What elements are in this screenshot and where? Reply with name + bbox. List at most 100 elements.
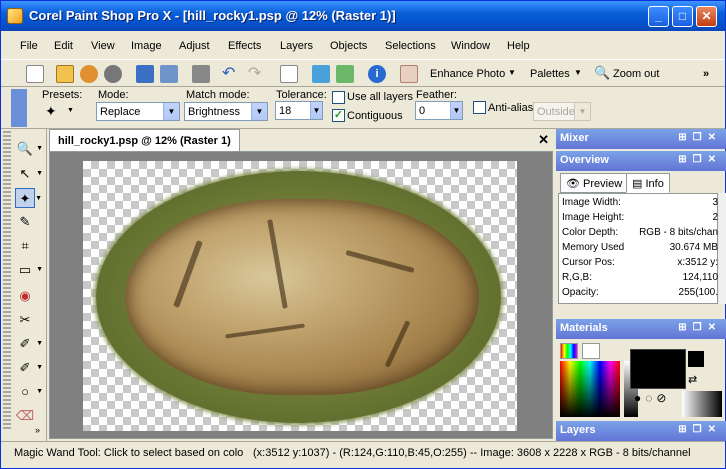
selection-tool[interactable]: ▭ ▼ — [15, 260, 43, 280]
save-as-icon[interactable] — [160, 65, 178, 83]
magic-wand-tool[interactable]: ✦ ▼ — [15, 188, 42, 208]
zoom-tool[interactable]: 🔍 ▼ — [15, 139, 43, 159]
browse-icon[interactable] — [80, 65, 98, 83]
toolbar-grip[interactable] — [3, 131, 11, 431]
open-icon[interactable] — [56, 65, 74, 83]
document-tab[interactable]: hill_rocky1.psp @ 12% (Raster 1) — [49, 129, 240, 151]
print-icon[interactable] — [192, 65, 210, 83]
mixer-header-buttons[interactable]: ⊞❐✕ — [678, 132, 722, 143]
color-spectrum[interactable] — [560, 361, 620, 417]
foreground-mini-swatch[interactable] — [688, 351, 704, 367]
tool-options-grip[interactable] — [11, 89, 27, 127]
pick-tool[interactable]: ↖ ▼ — [15, 164, 43, 184]
anti-alias-label[interactable]: Anti-alias — [488, 102, 533, 114]
enhance-photo-dropdown-icon[interactable]: ▼ — [508, 68, 516, 77]
info-icon[interactable]: i — [368, 65, 386, 83]
menu-edit[interactable]: Edit — [54, 40, 73, 52]
use-all-layers-label[interactable]: Use all layers — [347, 91, 413, 103]
outside-dropdown-icon[interactable]: ▼ — [574, 103, 590, 120]
paint-brush-tool[interactable]: ✐ ▼ — [15, 334, 43, 354]
anti-alias-checkbox[interactable] — [473, 101, 486, 114]
shape-tool[interactable]: ○ ▼ — [15, 382, 43, 402]
swap-colors-icon[interactable]: ⇄ — [688, 373, 697, 386]
maximize-button[interactable]: □ — [672, 6, 693, 27]
title-bar[interactable]: Corel Paint Shop Pro X - [hill_rocky1.ps… — [1, 1, 725, 31]
menu-objects[interactable]: Objects — [330, 40, 367, 52]
tolerance-spinner-icon[interactable]: ▼ — [310, 102, 322, 119]
palettes-dropdown-icon[interactable]: ▼ — [574, 68, 582, 77]
new-icon[interactable] — [26, 65, 44, 83]
info-row: R,G,B: 124,110 — [562, 272, 718, 283]
red-eye-tool[interactable]: ◉ — [15, 286, 35, 306]
overview-header-buttons[interactable]: ⊞❐✕ — [678, 154, 722, 165]
zoom-out-icon[interactable]: 🔍 — [594, 65, 610, 81]
materials-header-buttons[interactable]: ⊞❐✕ — [678, 322, 722, 333]
info-scrollbar[interactable] — [719, 193, 726, 304]
outside-select[interactable]: Outside ▼ — [533, 102, 591, 121]
layers-header-buttons[interactable]: ⊞❐✕ — [678, 424, 722, 435]
contiguous-checkbox[interactable]: ✓ — [332, 109, 345, 122]
close-button[interactable]: ✕ — [696, 6, 717, 27]
eraser-tool[interactable]: ⌫ — [15, 406, 35, 426]
menu-window[interactable]: Window — [451, 40, 490, 52]
mixer-header[interactable]: Mixer ⊞❐✕ — [556, 129, 726, 149]
resize-icon[interactable] — [280, 65, 298, 83]
palettes-button[interactable]: Palettes — [530, 68, 570, 80]
redo-icon[interactable]: ↷ — [248, 65, 266, 83]
mode-select[interactable]: Replace ▼ — [96, 102, 180, 121]
use-all-layers-checkbox[interactable] — [332, 91, 345, 104]
retouch-tool[interactable]: ✐ ▼ — [15, 358, 43, 378]
tolerance-field[interactable]: 18 ▼ — [275, 101, 323, 120]
layers-header[interactable]: Layers ⊞❐✕ — [556, 421, 726, 441]
document-close-button[interactable]: ✕ — [538, 132, 549, 148]
save-icon[interactable] — [136, 65, 154, 83]
info-tab-label: Info — [645, 178, 664, 190]
mode-dropdown-icon[interactable]: ▼ — [163, 103, 179, 120]
menu-help[interactable]: Help — [507, 40, 530, 52]
foreground-color-swatch[interactable] — [630, 349, 686, 389]
feather-spinner-icon[interactable]: ▼ — [450, 102, 462, 119]
menu-view[interactable]: View — [91, 40, 115, 52]
image-canvas[interactable] — [83, 161, 517, 431]
photo-icon[interactable] — [312, 65, 330, 83]
material-style-icons[interactable]: ●◌⊘ — [634, 391, 670, 405]
mixer-title: Mixer — [560, 132, 589, 144]
menu-image[interactable]: Image — [131, 40, 162, 52]
right-palettes: Mixer ⊞❐✕ Overview ⊞❐✕ 👁 Preview ▤ Info … — [556, 129, 726, 441]
more-tools-icon[interactable]: » — [35, 425, 40, 435]
undo-icon[interactable]: ↶ — [222, 65, 240, 83]
enhance-photo-button[interactable]: Enhance Photo — [430, 68, 505, 80]
presets-dropdown-icon[interactable]: ▼ — [67, 107, 74, 114]
dropper-tool[interactable]: ✎ — [15, 212, 35, 232]
layers-title: Layers — [560, 424, 596, 436]
enhance-photo-icon[interactable] — [400, 65, 418, 83]
tolerance-value: 18 — [279, 105, 292, 117]
canvas-area[interactable] — [49, 151, 553, 439]
info-tab[interactable]: ▤ Info — [626, 173, 670, 193]
clone-tool[interactable]: ✂ — [15, 310, 35, 330]
scan-icon[interactable] — [104, 65, 122, 83]
standard-toolbar: ↶ ↷ i Enhance Photo ▼ Palettes ▼ 🔍 Zoom … — [1, 59, 725, 87]
contiguous-label[interactable]: Contiguous — [347, 110, 403, 122]
match-mode-select[interactable]: Brightness ▼ — [184, 102, 268, 121]
feather-field[interactable]: 0 ▼ — [415, 101, 463, 120]
materials-header[interactable]: Materials ⊞❐✕ — [556, 319, 726, 339]
match-mode-dropdown-icon[interactable]: ▼ — [251, 103, 267, 120]
minimize-button[interactable]: _ — [648, 6, 669, 27]
magic-wand-preset-icon[interactable]: ✦ — [45, 103, 57, 120]
toolbar-overflow-button[interactable]: » — [703, 68, 709, 80]
menu-effects[interactable]: Effects — [228, 40, 261, 52]
layers-photo-icon[interactable] — [336, 65, 354, 83]
crop-tool[interactable]: ⌗ — [15, 236, 35, 256]
app-icon[interactable] — [7, 8, 23, 24]
preview-tab[interactable]: 👁 Preview — [560, 173, 629, 193]
swatches-tab[interactable] — [582, 343, 600, 359]
menu-file[interactable]: File — [20, 40, 38, 52]
zoom-out-button[interactable]: Zoom out — [613, 68, 659, 80]
menu-adjust[interactable]: Adjust — [179, 40, 210, 52]
background-color-swatch[interactable] — [682, 391, 722, 417]
color-picker-tab[interactable] — [560, 343, 578, 359]
menu-selections[interactable]: Selections — [385, 40, 436, 52]
overview-header[interactable]: Overview ⊞❐✕ — [556, 151, 726, 171]
menu-layers[interactable]: Layers — [280, 40, 313, 52]
